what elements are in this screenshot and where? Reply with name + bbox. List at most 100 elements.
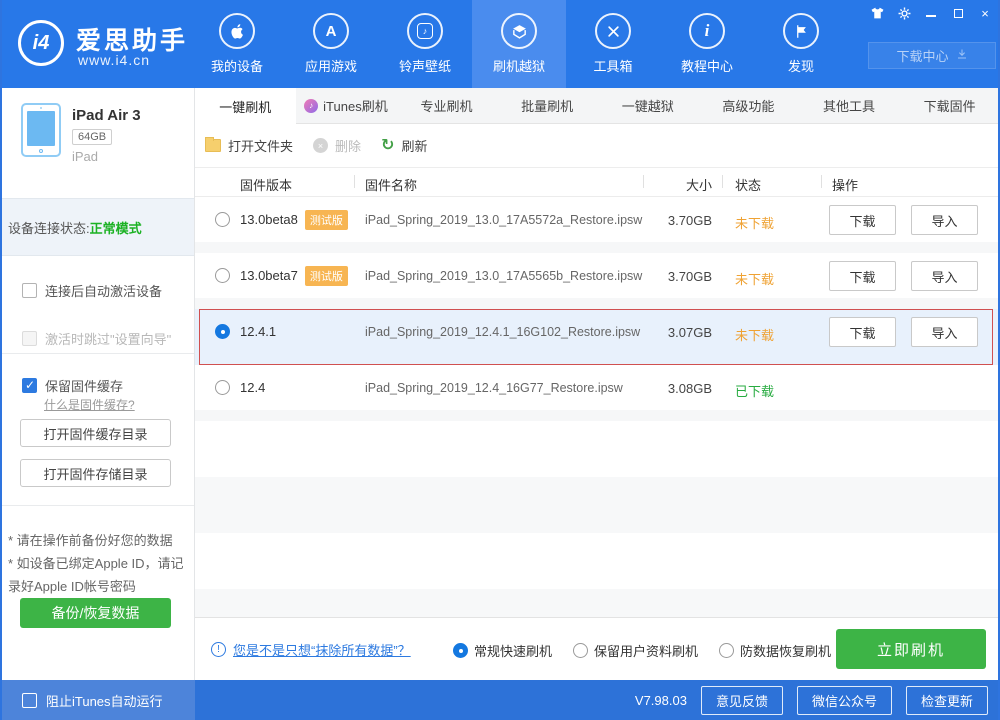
auto-activate-option[interactable]: 连接后自动激活设备 [22,281,162,300]
open-cache-dir-button[interactable]: 打开固件缓存目录 [20,419,171,447]
download-button[interactable]: 下载 [829,205,896,235]
firmware-version: 12.4 [240,380,266,395]
firmware-toolbar: 打开文件夹 × 删除 ↻ 刷新 [195,124,1000,168]
nav-label: 工具箱 [593,59,633,74]
row-radio[interactable] [215,380,230,395]
tab-advanced[interactable]: 高级功能 [698,88,799,123]
tab-batch-flash[interactable]: 批量刷机 [497,88,598,123]
flash-options-bar: ! 您是不是只想“抹除所有数据”？ 常规快速刷机 保留用户资料刷机 防数据恢复刷… [195,617,1000,680]
col-firmware-version: 固件版本 [240,178,293,193]
erase-data-link[interactable]: 您是不是只想“抹除所有数据”？ [233,640,411,659]
status-bar: 阻止iTunes自动运行 V7.98.03 意见反馈 微信公众号 检查更新 [0,680,1000,720]
open-folder-button[interactable]: 打开文件夹 [205,136,293,155]
skin-icon[interactable] [870,6,884,20]
mode-keep-user-data[interactable]: 保留用户资料刷机 [573,641,698,660]
tab-one-click-jailbreak[interactable]: 一键越狱 [598,88,699,123]
firmware-row-12.4.1-selected[interactable]: 12.4.1 iPad_Spring_2019_12.4.1_16G102_Re… [195,309,1000,365]
tab-one-click-flash[interactable]: 一键刷机 [195,88,296,125]
firmware-list: 13.0beta8 测试版 iPad_Spring_2019_13.0_17A5… [195,197,1000,421]
folder-icon [205,137,221,152]
skip-setup-option: 激活时跳过"设置向导" [22,329,171,348]
refresh-icon: ↻ [381,136,395,154]
mode-anti-recovery[interactable]: 防数据恢复刷机 ? [719,641,853,660]
check-update-button[interactable]: 检查更新 [905,685,988,715]
download-button[interactable]: 下载 [829,261,896,291]
col-size: 大小 [685,178,712,193]
what-is-cache-link[interactable]: 什么是固件缓存? [44,396,135,413]
table-header: 固件版本 固件名称 大小 状态 操作 [195,168,1000,197]
download-center-button[interactable]: 下载中心 [868,42,996,69]
beta-badge: 测试版 [304,209,348,230]
checkbox-checked[interactable] [22,378,37,393]
device-name: iPad Air 3 [72,107,141,124]
nav-ringtones-wallpapers[interactable]: ♪ 铃声壁纸 [378,0,472,88]
tab-pro-flash[interactable]: 专业刷机 [396,88,497,123]
i4tools-window: i4 爱思助手 www.i4.cn 我的设备 A 应用游戏 ♪ 铃声壁纸 刷机越… [0,0,1000,720]
note-line: * 请在操作前备份好您的数据 [8,533,173,548]
maximize-icon[interactable] [951,6,965,20]
checkbox-disabled [22,331,37,346]
nav-toolbox[interactable]: 工具箱 [566,0,660,88]
tab-other-tools[interactable]: 其他工具 [799,88,900,123]
open-storage-dir-button[interactable]: 打开固件存储目录 [20,459,171,487]
firmware-version: 13.0beta8 [240,212,298,227]
close-icon[interactable]: × [978,6,992,21]
firmware-version: 12.4.1 [240,324,277,339]
firmware-size: 3.70GB [667,213,712,228]
checkbox-unchecked[interactable] [22,692,37,708]
import-button[interactable]: 导入 [911,261,978,291]
row-radio[interactable] [215,212,230,227]
firmware-name: iPad_Spring_2019_12.4_16G77_Restore.ipsw [365,381,623,395]
divider [0,505,194,506]
tab-itunes-flash[interactable]: ♪ iTunes刷机 [296,88,397,123]
keep-firmware-cache-option[interactable]: 保留固件缓存 [22,376,123,395]
erase-data-hint[interactable]: ! 您是不是只想“抹除所有数据”？ [211,640,411,659]
apple-icon [219,13,255,49]
nav-apps-games[interactable]: A 应用游戏 [284,0,378,88]
backup-restore-button[interactable]: 备份/恢复数据 [20,598,171,628]
nav-tutorials[interactable]: i 教程中心 [660,0,754,88]
tools-icon [595,13,631,49]
firmware-name: iPad_Spring_2019_12.4.1_16G102_Restore.i… [365,325,641,339]
header: i4 爱思助手 www.i4.cn 我的设备 A 应用游戏 ♪ 铃声壁纸 刷机越… [0,0,1000,88]
nav-label: 铃声壁纸 [398,59,451,74]
row-radio[interactable] [215,268,230,283]
col-actions: 操作 [832,178,859,193]
firmware-row-13.0beta7[interactable]: 13.0beta7 测试版 iPad_Spring_2019_13.0_17A5… [195,253,1000,309]
music-note-icon: ♪ [407,13,443,49]
firmware-row-13.0beta8[interactable]: 13.0beta8 测试版 iPad_Spring_2019_13.0_17A5… [195,197,1000,253]
logo-text: i4 [32,31,50,54]
mode-normal-fast[interactable]: 常规快速刷机 [453,641,552,660]
row-radio-selected[interactable] [215,324,230,339]
i4-logo: i4 [18,20,64,66]
device-capacity-badge: 64GB [72,129,113,145]
block-itunes-option[interactable]: 阻止iTunes自动运行 [0,680,195,720]
nav-flash-jailbreak[interactable]: 刷机越狱 [472,0,566,88]
nav-discover[interactable]: 发现 [754,0,848,88]
mode-radio[interactable] [719,643,735,658]
firmware-row-12.4[interactable]: 12.4 iPad_Spring_2019_12.4_16G77_Restore… [195,365,1000,421]
status-badge: 未下载 [735,272,775,287]
nav-my-devices[interactable]: 我的设备 [190,0,284,88]
gear-icon[interactable] [897,6,911,20]
download-button[interactable]: 下载 [829,317,896,347]
ipad-icon [21,103,61,157]
backup-notes: * 请在操作前备份好您的数据 * 如设备已绑定Apple ID，请记录好Appl… [8,529,188,598]
firmware-size: 3.70GB [667,269,712,284]
mode-radio[interactable] [573,643,589,658]
status-badge: 未下载 [735,216,775,231]
firmware-name: iPad_Spring_2019_13.0_17A5572a_Restore.i… [365,213,643,227]
minimize-icon[interactable] [924,6,938,20]
import-button[interactable]: 导入 [911,205,978,235]
import-button[interactable]: 导入 [911,317,978,347]
refresh-button[interactable]: ↻ 刷新 [381,136,427,155]
feedback-button[interactable]: 意见反馈 [700,685,783,715]
mode-radio-selected[interactable] [453,643,468,658]
flash-now-button[interactable]: 立即刷机 [836,629,986,669]
checkbox-unchecked[interactable] [22,283,37,298]
tab-download-firmware[interactable]: 下载固件 [899,88,1000,123]
tab-bar: 一键刷机 ♪ iTunes刷机 专业刷机 批量刷机 一键越狱 高级功能 其他工具… [195,88,1000,125]
connection-label: 设备连接状态: [8,220,90,236]
wechat-account-button[interactable]: 微信公众号 [796,685,892,715]
nav-label: 教程中心 [680,59,733,74]
